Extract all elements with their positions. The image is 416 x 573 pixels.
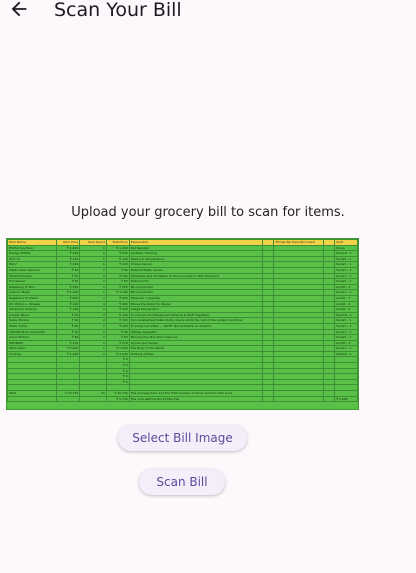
upload-prompt: Upload your grocery bill to scan for ite… bbox=[71, 205, 345, 220]
sheet-row: ₹ 5,730 The Cost without the Printer Fee ₹… bbox=[7, 395, 358, 403]
sheet-cell bbox=[79, 395, 107, 403]
back-arrow-icon[interactable] bbox=[8, 0, 30, 20]
sheet-cell bbox=[7, 395, 58, 403]
bill-image-preview: Item Name Item Price Item Quant Total Price… bbox=[6, 238, 359, 410]
sheet-cell: The Cost without the Printer Fee bbox=[128, 395, 263, 403]
sheet-cell bbox=[261, 395, 275, 403]
sheet-cell bbox=[273, 395, 324, 403]
sheet-cell bbox=[56, 395, 81, 403]
sheet-cell bbox=[322, 395, 336, 403]
sheet-cell: ₹ 3,200 bbox=[334, 395, 358, 403]
sheet-cell: ₹ 5,730 bbox=[105, 395, 130, 403]
page-title: Scan Your Bill bbox=[54, 0, 182, 21]
app-bar: Scan Your Bill bbox=[0, 0, 416, 28]
select-bill-image-button[interactable]: Select Bill Image bbox=[118, 425, 247, 451]
scan-bill-button[interactable]: Scan Bill bbox=[139, 469, 225, 495]
